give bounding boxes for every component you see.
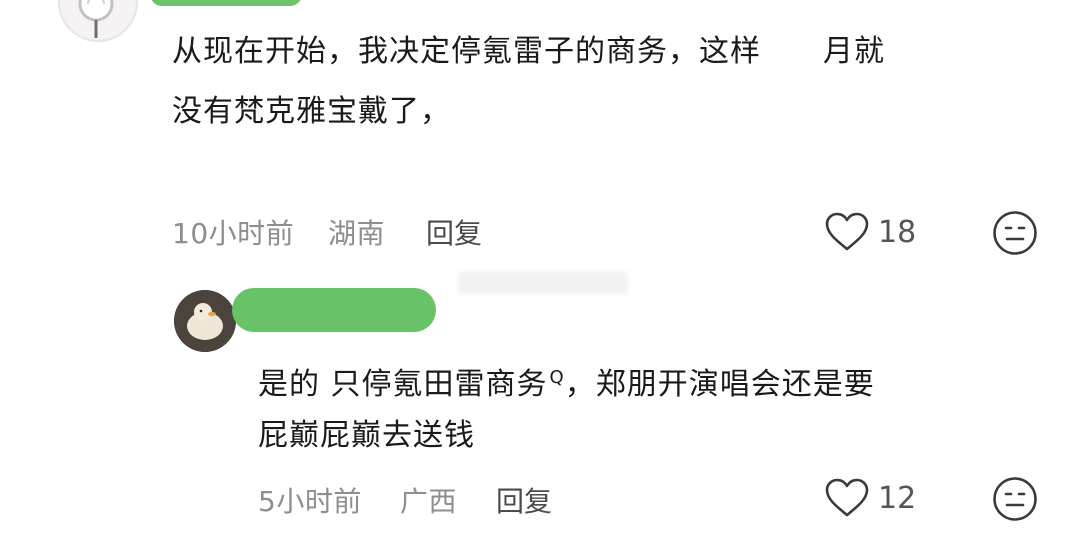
comment-text: 从现在开始，我决定停氪雷子的商务，这样	[172, 34, 761, 69]
comment-time: 10小时前	[172, 217, 295, 250]
search-keyword-icon[interactable]: Q	[550, 367, 565, 388]
comment-text: 是的 只停氪田雷商务	[258, 367, 548, 402]
reply-button[interactable]: 回复	[426, 212, 482, 252]
avatar-duck-icon	[174, 290, 236, 352]
comment-location: 广西	[400, 485, 458, 518]
like-count: 12	[878, 480, 917, 516]
comment-text: 屁巅屁巅去送钱	[258, 418, 475, 453]
like-count: 18	[878, 214, 917, 250]
reply-button[interactable]: 回复	[496, 480, 552, 520]
avatar-lollipop-icon	[61, 0, 135, 39]
commenter-name-redacted[interactable]	[232, 288, 436, 332]
like-button[interactable]: 12	[824, 478, 916, 518]
compression-artifact	[458, 272, 628, 294]
heart-outline-icon	[824, 212, 870, 252]
comment-location: 湖南	[328, 217, 386, 250]
heart-outline-icon	[824, 478, 870, 518]
comment-text: 没有梵克雅宝戴了，	[172, 94, 451, 129]
neutral-face-icon[interactable]	[992, 210, 1038, 256]
comment-text: ，郑朋开演唱会还是要	[564, 367, 875, 402]
like-button[interactable]: 18	[824, 212, 916, 252]
comment-text-line: 是的 只停氪田雷商务 Q，郑朋开演唱会还是要	[258, 348, 875, 415]
commenter-name-redacted[interactable]	[150, 0, 302, 6]
commenter-avatar[interactable]	[58, 0, 138, 42]
comment-text-line: 从现在开始，我决定停氪雷子的商务，这样 月就	[172, 22, 885, 82]
neutral-face-icon[interactable]	[992, 476, 1038, 522]
comment-text-line: 没有梵克雅宝戴了，	[172, 82, 451, 142]
comment-text-line: 屁巅屁巅去送钱	[258, 406, 475, 466]
commenter-avatar[interactable]	[174, 290, 236, 352]
comment-time: 5小时前	[258, 485, 362, 518]
comment-text: 月就	[823, 34, 885, 69]
